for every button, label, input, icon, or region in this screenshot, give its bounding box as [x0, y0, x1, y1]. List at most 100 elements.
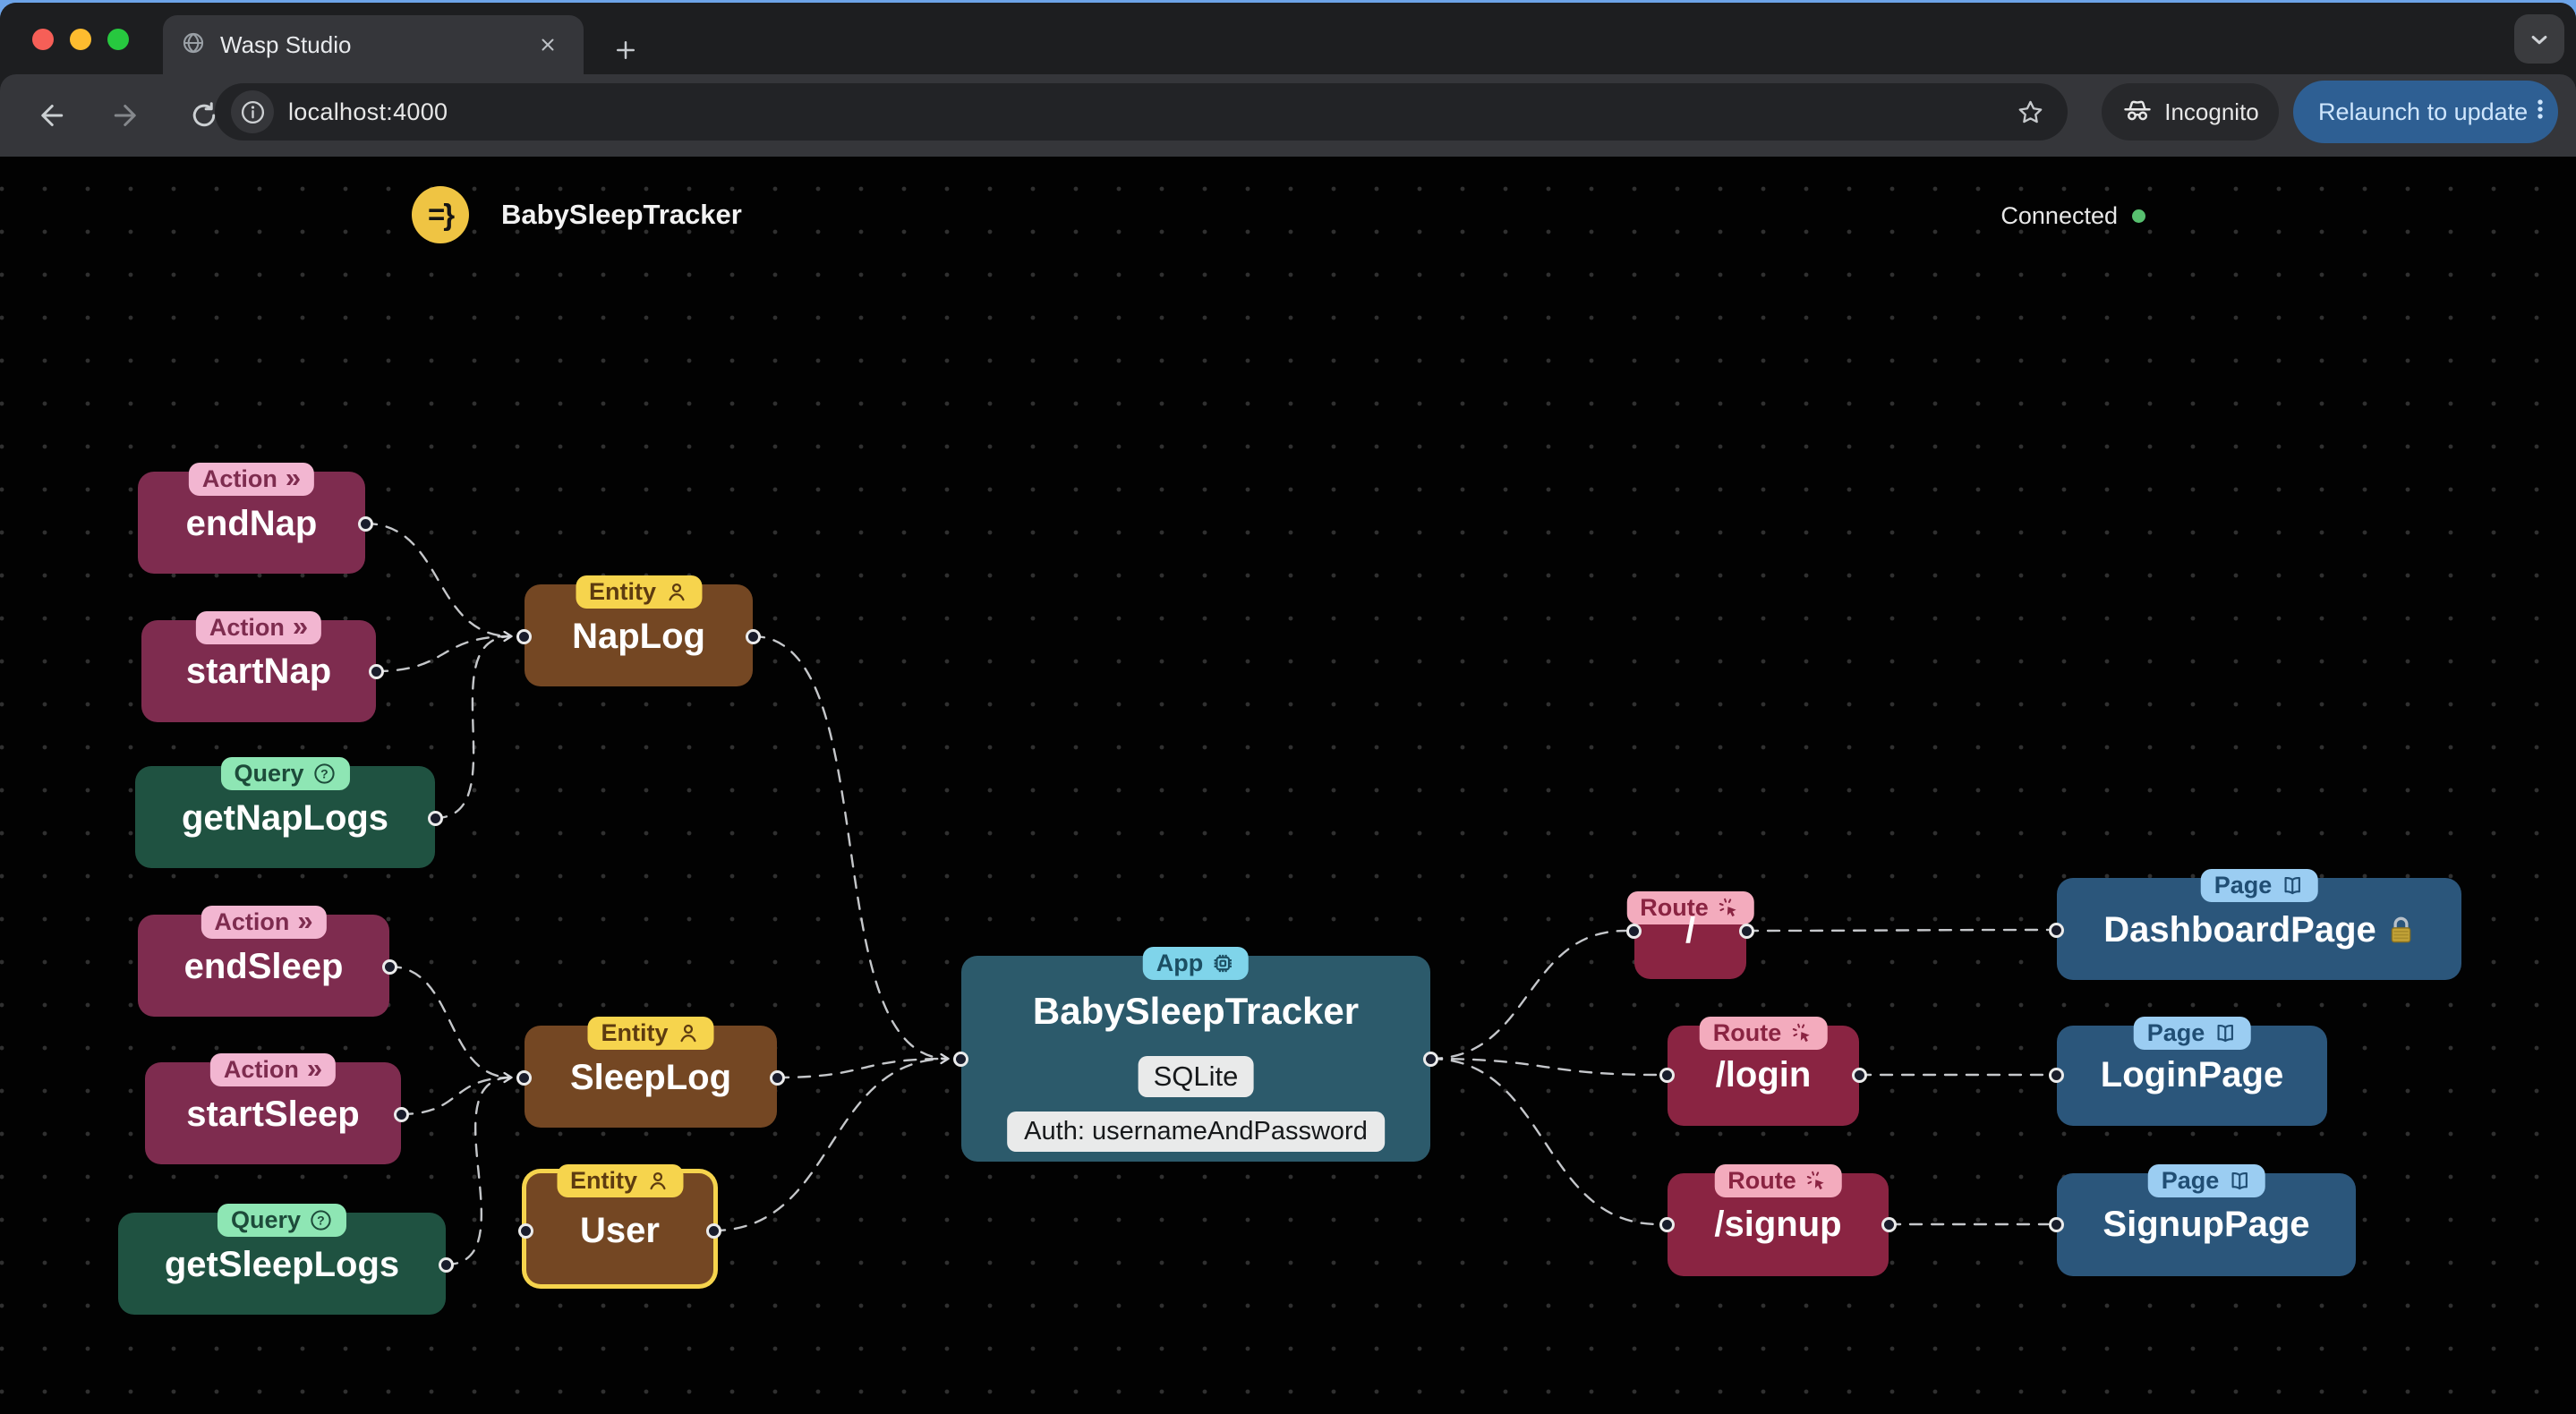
app-badge: App — [1142, 947, 1250, 980]
handle-App-left[interactable] — [953, 1051, 968, 1067]
handle-SleepLog-left[interactable] — [516, 1069, 532, 1086]
url-text[interactable]: localhost:4000 — [288, 98, 2009, 126]
address-bar[interactable]: localhost:4000 — [215, 83, 2068, 141]
person-icon — [664, 580, 688, 604]
page-badge: Page — [2147, 1164, 2265, 1197]
question-icon: ? — [312, 762, 337, 786]
new-tab-button[interactable] — [601, 26, 650, 74]
query-badge: Query? — [217, 1204, 347, 1237]
node-label: startNap — [185, 652, 332, 691]
site-info-icon[interactable] — [231, 90, 274, 133]
tab-title: Wasp Studio — [220, 30, 352, 58]
badge-label: Action — [209, 614, 285, 641]
person-icon — [677, 1021, 701, 1045]
browser-window: Wasp Studio localhost:4000 Incognito Rel… — [0, 3, 2576, 1414]
minimize-window-button[interactable] — [70, 29, 91, 50]
maximize-window-button[interactable] — [107, 29, 129, 50]
badge-label: Entity — [588, 578, 657, 605]
handle-startNap-right[interactable] — [369, 663, 384, 679]
handle-endSleep-right[interactable] — [382, 958, 397, 975]
edge-startSleep-SleepLog — [399, 1078, 511, 1116]
handle-SleepLog-right[interactable] — [770, 1069, 785, 1086]
node-startNap[interactable]: Action » startNap — [141, 611, 384, 722]
back-button[interactable] — [23, 89, 77, 142]
node-label: LoginPage — [2100, 1055, 2284, 1095]
node-SleepLog[interactable]: Entity SleepLog — [516, 1017, 785, 1128]
route-badge: Route — [1714, 1164, 1842, 1197]
relaunch-label: Relaunch to update — [2318, 98, 2529, 125]
page-badge: Page — [2200, 869, 2318, 902]
handle-route-login-right[interactable] — [1852, 1067, 1867, 1083]
canvas[interactable]: =} BabySleepTracker Connected Action » end… — [0, 157, 2576, 1414]
node-SignupPage[interactable]: Page SignupPage — [2049, 1164, 2356, 1276]
forward-button[interactable] — [100, 89, 154, 142]
node-label: /signup — [1714, 1205, 1842, 1244]
chip-icon — [1211, 951, 1235, 975]
node-label: User — [580, 1211, 660, 1250]
node-route-root[interactable]: Route / — [1626, 891, 1754, 979]
page-badge: Page — [2133, 1017, 2251, 1050]
handle-LoginPage-left[interactable] — [2049, 1067, 2064, 1083]
node-label: /login — [1715, 1055, 1812, 1095]
close-window-button[interactable] — [32, 29, 54, 50]
kebab-menu-icon[interactable] — [2528, 97, 2553, 128]
badge-label: Route — [1712, 1019, 1782, 1046]
handle-DashboardPage-left[interactable] — [2049, 922, 2064, 938]
tab-strip: Wasp Studio — [0, 3, 2576, 74]
handle-User-left[interactable] — [518, 1222, 533, 1239]
node-endSleep[interactable]: Action » endSleep — [138, 906, 397, 1017]
tab-search-button[interactable] — [2514, 14, 2564, 64]
node-App[interactable]: App BabySleepTracker SQLite Auth: usernameA… — [953, 947, 1438, 1162]
node-User[interactable]: Entity User — [518, 1164, 721, 1284]
window-controls — [32, 29, 129, 50]
route-badge: Route — [1699, 1017, 1828, 1050]
node-LoginPage[interactable]: Page LoginPage — [2049, 1017, 2327, 1126]
action-badge: Action » — [200, 906, 327, 939]
edge-getNapLogs-NapLog — [433, 636, 511, 820]
handle-SignupPage-left[interactable] — [2049, 1216, 2064, 1232]
node-route-login[interactable]: Route/login — [1659, 1017, 1867, 1126]
node-label: getSleepLogs — [164, 1245, 400, 1284]
node-getNapLogs[interactable]: Query? getNapLogs — [135, 757, 443, 868]
handle-NapLog-left[interactable] — [516, 628, 532, 644]
handle-route-root-right[interactable] — [1739, 923, 1754, 939]
bookmark-star-icon[interactable] — [2009, 90, 2051, 133]
book-icon — [2213, 1021, 2237, 1045]
node-label: / — [1685, 911, 1696, 950]
node-NapLog[interactable]: Entity NapLog — [516, 575, 761, 686]
wasp-logo: =} — [412, 186, 469, 243]
handle-route-login-left[interactable] — [1659, 1067, 1675, 1083]
badge-label: Action — [201, 465, 277, 492]
query-badge: Query? — [220, 757, 350, 790]
action-badge: Action » — [195, 611, 322, 644]
node-label: startSleep — [186, 1095, 360, 1134]
handle-route-root-left[interactable] — [1626, 923, 1642, 939]
node-endNap[interactable]: Action » endNap — [138, 463, 373, 574]
handle-getNapLogs-right[interactable] — [428, 810, 443, 826]
handle-NapLog-right[interactable] — [746, 628, 761, 644]
handle-startSleep-right[interactable] — [394, 1106, 409, 1122]
handle-endNap-right[interactable] — [358, 515, 373, 532]
node-DashboardPage[interactable]: Page DashboardPage — [2049, 869, 2461, 980]
entity-badge: Entity — [587, 1017, 714, 1050]
handle-route-signup-right[interactable] — [1881, 1216, 1897, 1232]
close-tab-icon[interactable] — [530, 27, 566, 63]
db-badge: SQLite — [1138, 1056, 1254, 1097]
node-route-signup[interactable]: Route/signup — [1659, 1164, 1897, 1276]
node-getSleepLogs[interactable]: Query? getSleepLogs — [118, 1204, 454, 1315]
entity-badge: Entity — [575, 575, 703, 609]
handle-getSleepLogs-right[interactable] — [439, 1256, 454, 1273]
edge-App-route-login — [1429, 1057, 1660, 1077]
browser-tab[interactable]: Wasp Studio — [163, 15, 584, 74]
action-badge: Action » — [209, 1053, 337, 1086]
handle-App-right[interactable] — [1423, 1051, 1438, 1067]
page-title: BabySleepTracker — [501, 199, 742, 230]
handle-User-right[interactable] — [706, 1222, 721, 1239]
node-label: DashboardPage — [2103, 910, 2376, 950]
relaunch-to-update-button[interactable]: Relaunch to update — [2293, 81, 2558, 143]
wasp-logo-glyph: =} — [427, 198, 455, 231]
node-label: endSleep — [183, 947, 344, 986]
node-startSleep[interactable]: Action » startSleep — [145, 1053, 409, 1164]
badge-label: Query — [230, 1206, 302, 1233]
handle-route-signup-left[interactable] — [1659, 1216, 1675, 1232]
